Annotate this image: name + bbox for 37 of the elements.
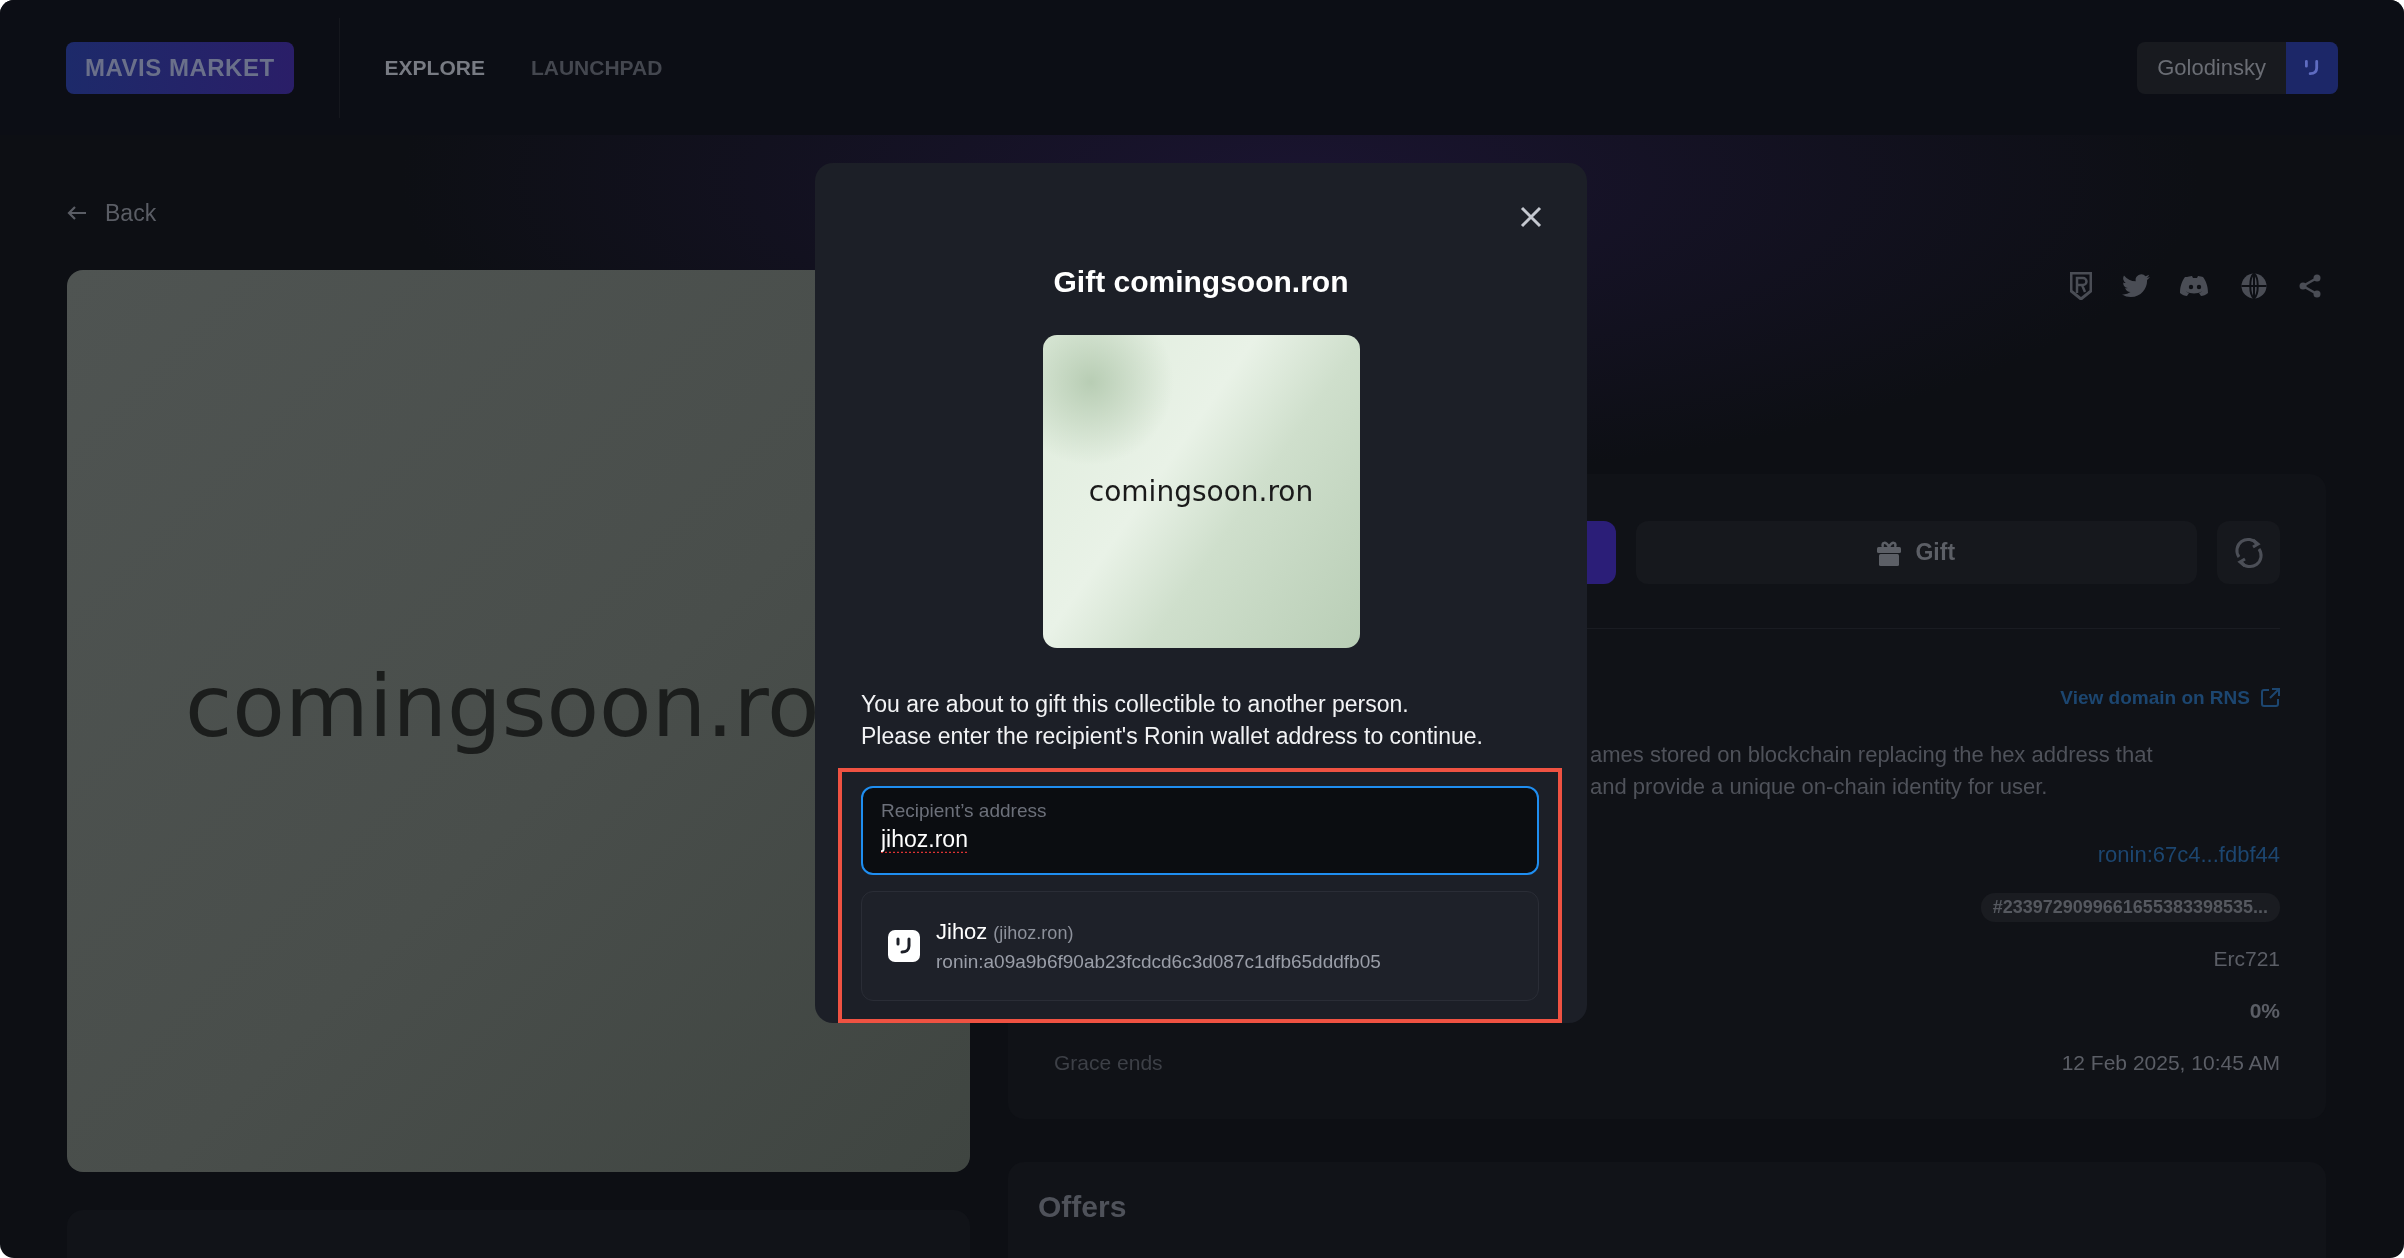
dialog-message: You are about to gift this collectible to another person. Please enter the recipient's Ronin wallet address to continue. [861,690,1484,751]
shield-icon[interactable] [2070,272,2092,300]
recipient-handle: (jihoz.ron) [993,923,1074,943]
recipient-address: ronin:a09a9b6f90ab23fcdcd6c3d087c1dfb65dddfb05 [936,951,1381,973]
domain-card-text: comingsoon.ron [1088,475,1314,508]
nav-link[interactable]: LAUNCHPAD [530,55,663,80]
gamepad-icon[interactable] [2180,275,2210,297]
rns-link[interactable]: View domain on RNS [2060,687,2280,709]
refresh-icon [2232,536,2265,569]
description-text: ames stored on blockchain replacing the hex address that and provide a unique on-chain identity for user. [1590,741,2153,801]
gift-icon [1877,539,1902,566]
field-label: Recipient’s address [881,800,1048,822]
recipient-suggestion[interactable]: Jihoz (jihoz.ron) ronin:a09a9b6f90ab23fcdcd6c3d087c1dfb65dddfb05 [861,891,1539,1001]
detail-value: Erc721 [2213,947,2280,971]
close-button[interactable] [1519,205,1543,229]
offers-title: Offers [1038,1190,1127,1223]
back-arrow-icon [67,205,87,221]
back-link[interactable]: Back [67,193,157,233]
share-icon[interactable] [2298,274,2322,298]
recipient-name: Jihoz [936,919,988,944]
avatar-icon [888,930,920,962]
address-field[interactable]: Recipient’s address jihoz.ron [861,786,1539,875]
nav-link[interactable]: EXPLORE [384,55,485,80]
detail-value: 12 Feb 2025, 10:45 AM [2061,1051,2280,1075]
bird-icon[interactable] [2122,274,2150,298]
globe-icon[interactable] [2240,272,2268,300]
refresh-button[interactable] [2217,521,2280,584]
wallet-link[interactable]: ronin:67c4...fdbf44 [2097,842,2280,868]
token-id-tag: #2339729099661655383398535... [1980,892,2280,922]
gift-button[interactable]: Gift [1635,521,2197,584]
user-menu[interactable]: Golodinsky [2137,41,2338,94]
logo-button[interactable]: MAVIS MARKET [66,41,294,94]
detail-value: 0% [2249,999,2280,1023]
close-icon [1519,205,1543,229]
address-input[interactable]: jihoz.ron [881,826,1519,853]
dialog-title: Gift comingsoon.ron [1053,265,1349,299]
external-link-icon [2260,688,2280,708]
